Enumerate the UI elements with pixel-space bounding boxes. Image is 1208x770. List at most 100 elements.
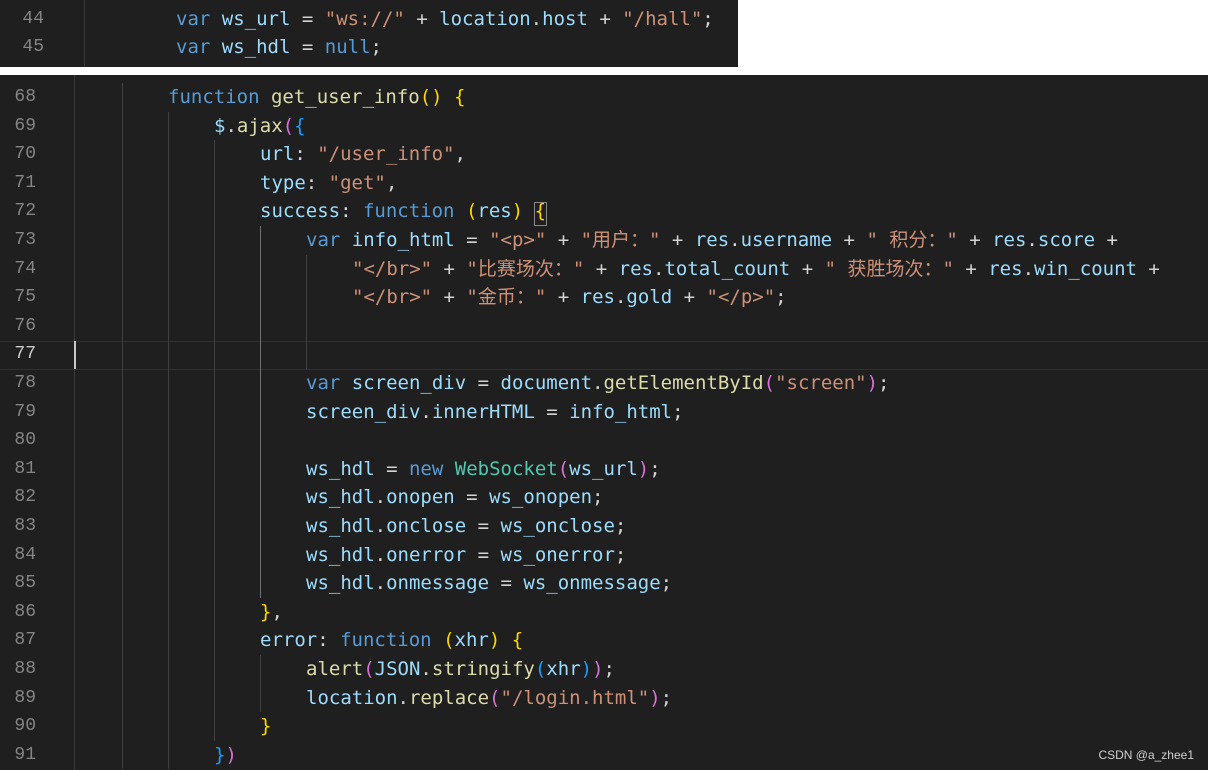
- code-token: =: [290, 36, 325, 58]
- code-token: " 获胜场次：": [824, 257, 954, 280]
- code-line[interactable]: 86},: [0, 598, 1208, 627]
- code-line[interactable]: 44 var ws_url = "ws://" + location.host +…: [0, 5, 738, 34]
- code-line[interactable]: 75 "</br>" + "金币：" + res.gold + "</p>";: [0, 283, 1208, 312]
- code-token: .: [530, 8, 543, 30]
- line-number: 72: [14, 201, 36, 222]
- code-line[interactable]: 89 location.replace("/login.html");: [0, 684, 1208, 713]
- line-number: 44: [22, 9, 44, 29]
- line-number: 73: [14, 230, 36, 250]
- code-token: ws_hdl: [306, 486, 375, 509]
- code-editor-main[interactable]: 68 function get_user_info() {69 $.ajax({70…: [0, 75, 1208, 770]
- code-token: onerror: [386, 543, 467, 566]
- code-line[interactable]: 84 ws_hdl.onerror = ws_onerror;: [0, 541, 1208, 570]
- code-token: xhr: [454, 629, 489, 652]
- code-line[interactable]: 69 $.ajax({: [0, 112, 1208, 141]
- code-token: screen_div: [351, 372, 467, 394]
- code-editor-top-snippet: 44 var ws_url = "ws://" + location.host +…: [0, 0, 738, 67]
- code-token: ws_onerror: [500, 543, 615, 566]
- code-line[interactable]: 71 type: "get",: [0, 169, 1208, 198]
- code-token: ws_hdl: [306, 543, 375, 566]
- line-number: 80: [14, 430, 36, 451]
- code-token: "用户：": [580, 229, 661, 251]
- code-line[interactable]: 70 url: "/user_info",: [0, 140, 1208, 169]
- code-line[interactable]: 85 ws_hdl.onmessage = ws_onmessage;: [0, 569, 1208, 598]
- code-text: ws_hdl.onerror = ws_onerror;: [306, 541, 626, 570]
- code-token: score: [1037, 229, 1096, 251]
- code-token: onclose: [386, 515, 467, 537]
- code-token: ws_onclose: [500, 515, 615, 537]
- code-token: getElementById: [603, 372, 764, 394]
- code-token: onmessage: [386, 572, 490, 595]
- code-token: success: [260, 200, 341, 223]
- code-line[interactable]: 83 ws_hdl.onclose = ws_onclose;: [0, 512, 1208, 541]
- code-line[interactable]: 90}: [0, 712, 1208, 741]
- code-token: location: [439, 8, 531, 30]
- code-token: ;: [660, 686, 673, 709]
- code-token: ;: [660, 572, 673, 595]
- code-line[interactable]: 81 ws_hdl = new WebSocket(ws_url);: [0, 455, 1208, 484]
- code-token: (: [557, 457, 570, 480]
- code-token: +: [584, 257, 619, 280]
- line-number: 89: [14, 687, 36, 708]
- code-token: "</p>": [706, 286, 776, 309]
- code-token: :: [317, 629, 341, 652]
- code-token: ): [225, 743, 237, 766]
- code-line[interactable]: 72 success: function (res) {: [0, 197, 1208, 226]
- code-line[interactable]: 76: [0, 312, 1208, 341]
- code-token: ws_hdl: [306, 515, 375, 537]
- text-cursor: [74, 341, 76, 369]
- code-line[interactable]: 45 var ws_hdl = null;: [0, 33, 738, 62]
- code-token: "<p>": [489, 229, 547, 251]
- code-token: (: [363, 658, 375, 680]
- code-token: }: [260, 600, 272, 623]
- code-token: ;: [603, 658, 615, 680]
- code-token: url: [260, 143, 295, 166]
- code-token: onopen: [386, 486, 455, 509]
- code-token: function: [340, 629, 432, 652]
- code-line[interactable]: 74 "</br>" + "比赛场次：" + res.total_count + …: [0, 255, 1208, 284]
- code-token: ;: [370, 36, 382, 58]
- code-line[interactable]: 79 screen_div.innerHTML = info_html;: [0, 398, 1208, 427]
- code-token: .: [652, 257, 665, 280]
- code-line[interactable]: 87 error: function (xhr) {: [0, 626, 1208, 655]
- code-token: :: [305, 171, 329, 194]
- code-line[interactable]: 68 function get_user_info() {: [0, 83, 1208, 112]
- code-line[interactable]: 77: [0, 340, 1208, 369]
- code-token: " 积分：": [866, 229, 958, 251]
- code-token: ;: [614, 543, 627, 566]
- code-token: innerHTML: [431, 400, 535, 423]
- code-text: error: function (xhr) {: [260, 626, 523, 655]
- code-token: ): [592, 658, 604, 680]
- code-text: var screen_div = document.getElementById…: [306, 369, 890, 398]
- code-line[interactable]: 91}): [0, 741, 1208, 770]
- code-token: .: [374, 486, 387, 509]
- code-token: =: [454, 229, 490, 251]
- line-number: 45: [22, 37, 44, 57]
- code-token: {: [294, 114, 306, 137]
- code-token: ajax: [236, 114, 283, 137]
- code-line[interactable]: 82 ws_hdl.onopen = ws_onopen;: [0, 483, 1208, 512]
- code-token: .: [420, 658, 432, 680]
- code-token: "screen": [775, 372, 867, 394]
- code-line[interactable]: 80: [0, 426, 1208, 455]
- code-token: +: [1095, 229, 1118, 251]
- code-token: WebSocket: [454, 457, 558, 480]
- code-text: },: [260, 598, 283, 627]
- code-line[interactable]: 73 var info_html = "<p>" + "用户：" + res.us…: [0, 226, 1208, 255]
- code-text: var ws_hdl = null;: [176, 33, 382, 62]
- code-token: JSON: [374, 658, 421, 680]
- code-token: }: [214, 743, 226, 766]
- code-token: {: [454, 86, 466, 108]
- code-token: document: [500, 372, 593, 394]
- code-token: .: [729, 229, 741, 251]
- code-line[interactable]: 78 var screen_div = document.getElementBy…: [0, 369, 1208, 398]
- code-token: {: [511, 629, 524, 652]
- code-text: ws_hdl.onmessage = ws_onmessage;: [306, 569, 672, 598]
- code-token: .: [592, 372, 604, 394]
- bracket-match-highlight: [533, 202, 548, 227]
- line-number: 77: [14, 344, 36, 365]
- code-line[interactable]: 88 alert(JSON.stringify(xhr));: [0, 655, 1208, 684]
- code-token: var: [306, 229, 341, 251]
